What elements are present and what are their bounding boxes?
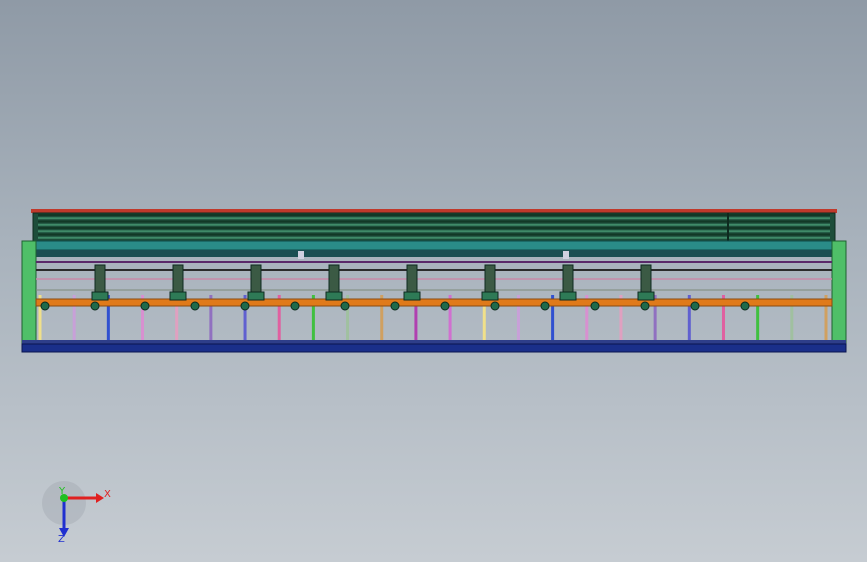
- machine-assembly: [21, 209, 847, 353]
- gripper-foot: [637, 291, 655, 301]
- rail-clamp: [490, 301, 500, 311]
- center-marker: [298, 251, 304, 259]
- rail-clamp: [340, 301, 350, 311]
- right-end-plate: [831, 240, 847, 352]
- frame-shadow-beam: [22, 250, 846, 257]
- gripper-foot: [559, 291, 577, 301]
- gripper-foot: [481, 291, 499, 301]
- gripper-foot: [247, 291, 265, 301]
- center-marker: [563, 251, 569, 259]
- upper-frame-beam: [21, 240, 847, 251]
- gripper-foot: [325, 291, 343, 301]
- rail-clamp: [90, 301, 100, 311]
- rail-clamp: [290, 301, 300, 311]
- cad-viewport[interactable]: X Y Z: [0, 0, 867, 562]
- coordinate-triad[interactable]: X Y Z: [42, 481, 111, 545]
- rail-clamp: [40, 301, 50, 311]
- blue-base: [21, 343, 847, 353]
- y-axis-label: Y: [58, 486, 66, 497]
- gripper-foot: [169, 291, 187, 301]
- rail-clamp: [140, 301, 150, 311]
- gripper-foot: [91, 291, 109, 301]
- rail-clamp: [390, 301, 400, 311]
- rail-clamp: [190, 301, 200, 311]
- rail-clamp: [740, 301, 750, 311]
- top-red-bar: [31, 209, 837, 213]
- rail-clamp: [440, 301, 450, 311]
- left-end-plate: [21, 240, 37, 352]
- machine-drawing: X Y Z: [21, 209, 847, 545]
- rail-clamp: [590, 301, 600, 311]
- x-axis-label: X: [104, 489, 111, 500]
- lower-frame-beam: [22, 340, 846, 344]
- rail-clamp: [640, 301, 650, 311]
- z-axis-label: Z: [58, 534, 65, 545]
- gripper-foot: [403, 291, 421, 301]
- rail-clamp: [240, 301, 250, 311]
- x-axis-arrowhead: [96, 493, 104, 503]
- rail-clamp: [540, 301, 550, 311]
- rail-clamp: [690, 301, 700, 311]
- orange-transfer-rail: [35, 298, 833, 307]
